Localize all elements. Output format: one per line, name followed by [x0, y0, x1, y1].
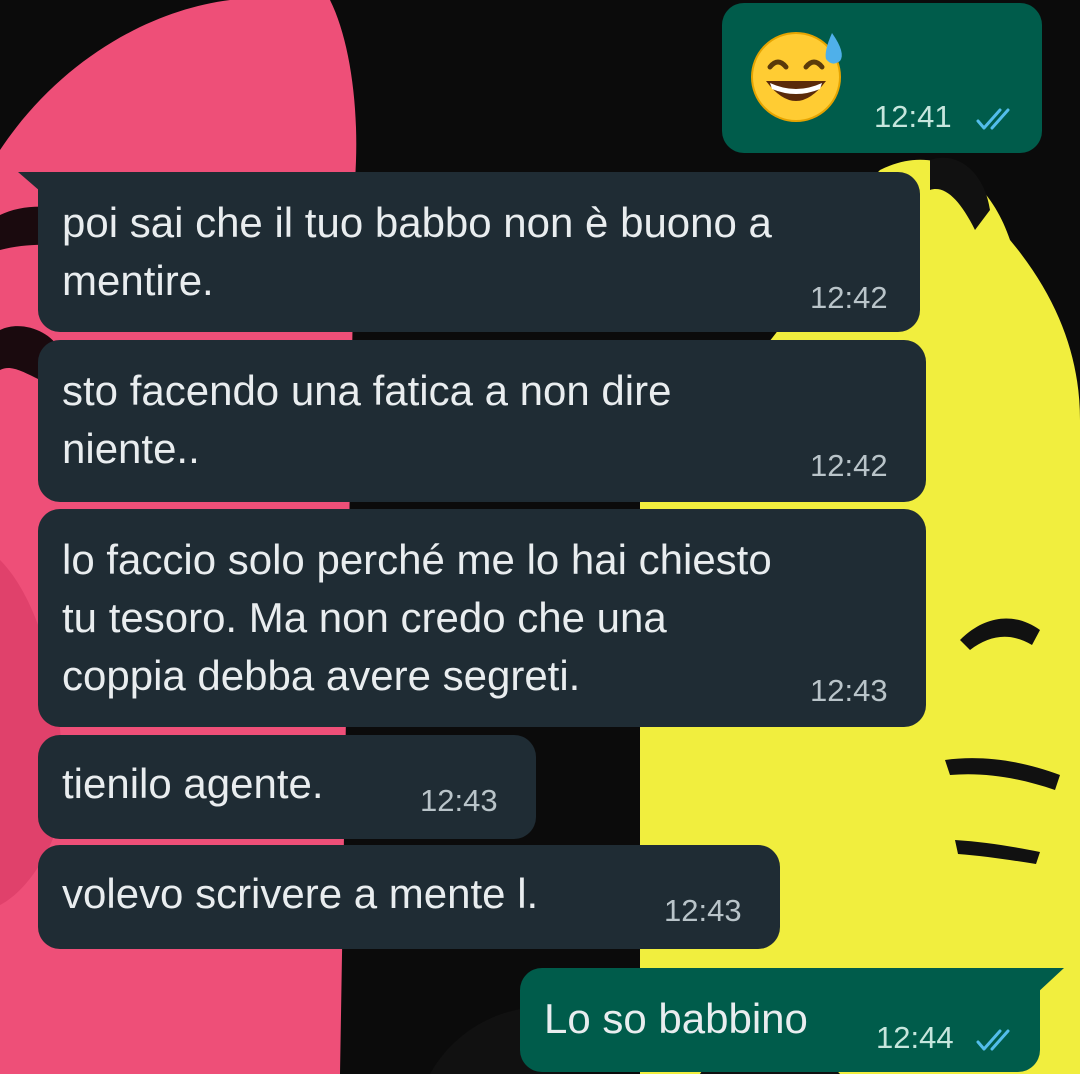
- message-bubble-outgoing[interactable]: Lo so babbino 12:44: [520, 968, 1040, 1072]
- message-text: lo faccio solo perché me lo hai chiesto …: [62, 536, 772, 699]
- message-text: tienilo agente.: [62, 760, 324, 807]
- message-bubble-incoming[interactable]: sto facendo una fatica a non dire niente…: [38, 340, 926, 502]
- message-bubble-incoming[interactable]: tienilo agente. 12:43: [38, 735, 536, 839]
- message-text: poi sai che il tuo babbo non è buono a m…: [62, 199, 772, 304]
- bubble-tail: [1036, 968, 1064, 994]
- message-time: 12:43: [420, 783, 498, 818]
- message-time: 12:43: [664, 893, 742, 928]
- message-time: 12:43: [810, 673, 888, 708]
- message-text: Lo so babbino: [544, 995, 808, 1042]
- message-bubble-incoming[interactable]: poi sai che il tuo babbo non è buono a m…: [38, 172, 920, 332]
- message-time: 12:42: [810, 448, 888, 483]
- message-bubble-incoming[interactable]: volevo scrivere a mente l. 12:43: [38, 845, 780, 949]
- read-double-check-icon: [976, 1029, 1010, 1051]
- message-bubble-incoming[interactable]: lo faccio solo perché me lo hai chiesto …: [38, 509, 926, 727]
- read-double-check-icon: [976, 108, 1010, 130]
- message-bubble-outgoing[interactable]: 12:41: [722, 3, 1042, 153]
- message-text: sto facendo una fatica a non dire niente…: [62, 367, 672, 472]
- message-time: 12:41: [874, 99, 952, 134]
- grinning-face-with-sweat-emoji: [751, 32, 842, 122]
- message-text: volevo scrivere a mente l.: [62, 870, 539, 917]
- message-time: 12:42: [810, 280, 888, 315]
- message-time: 12:44: [876, 1020, 954, 1055]
